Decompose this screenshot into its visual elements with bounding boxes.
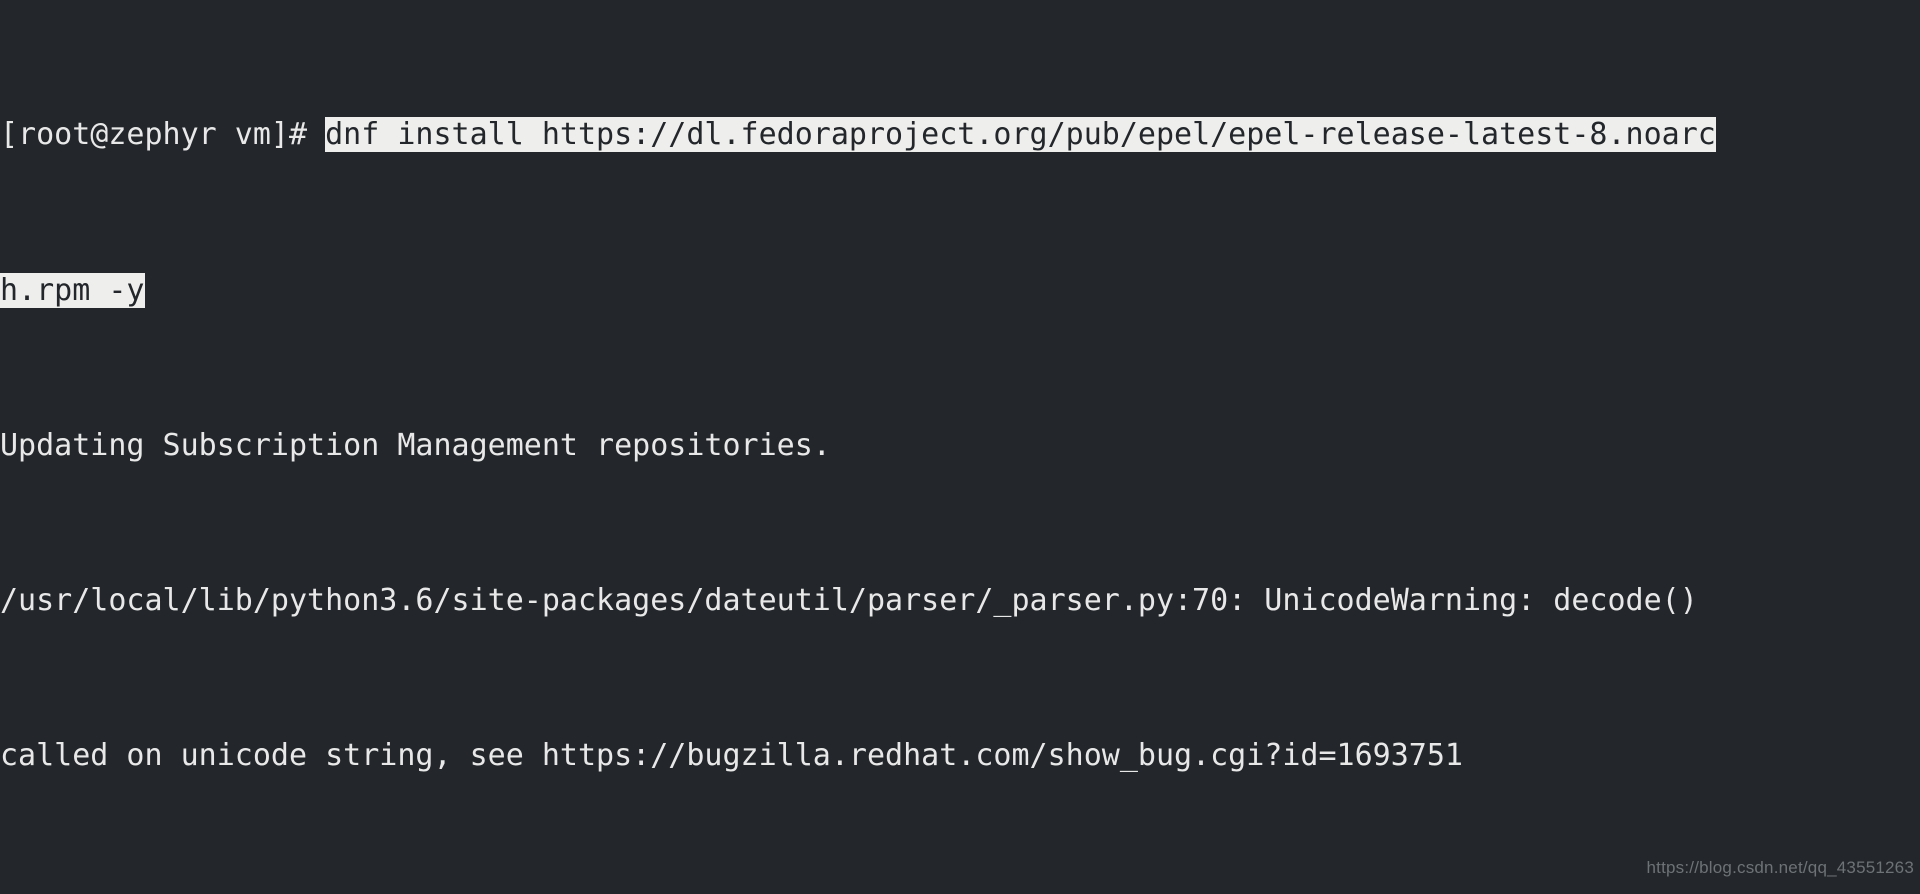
terminal-line-command-1: [root@zephyr vm]# dnf install https://dl… — [0, 116, 1716, 155]
terminal-line-unicode-warning-detail: called on unicode string, see https://bu… — [0, 738, 1463, 774]
terminal-screen[interactable]: [root@zephyr vm]# dnf install https://dl… — [0, 0, 1716, 894]
terminal-line-command-2: h.rpm -y — [0, 272, 1716, 311]
terminal-window[interactable]: [root@zephyr vm]# dnf install https://dl… — [0, 0, 1920, 894]
terminal-line-unicode-warning-path: /usr/local/lib/python3.6/site-packages/d… — [0, 582, 1698, 618]
selected-command-text-part1[interactable]: dnf install https://dl.fedoraproject.org… — [325, 117, 1716, 153]
terminal-line-updating-subscription: Updating Subscription Management reposit… — [0, 427, 831, 463]
shell-prompt: [root@zephyr vm]# — [0, 117, 326, 153]
watermark-text: https://blog.csdn.net/qq_43551263 — [1646, 858, 1914, 878]
selected-command-text-part2[interactable]: h.rpm -y — [0, 272, 145, 308]
